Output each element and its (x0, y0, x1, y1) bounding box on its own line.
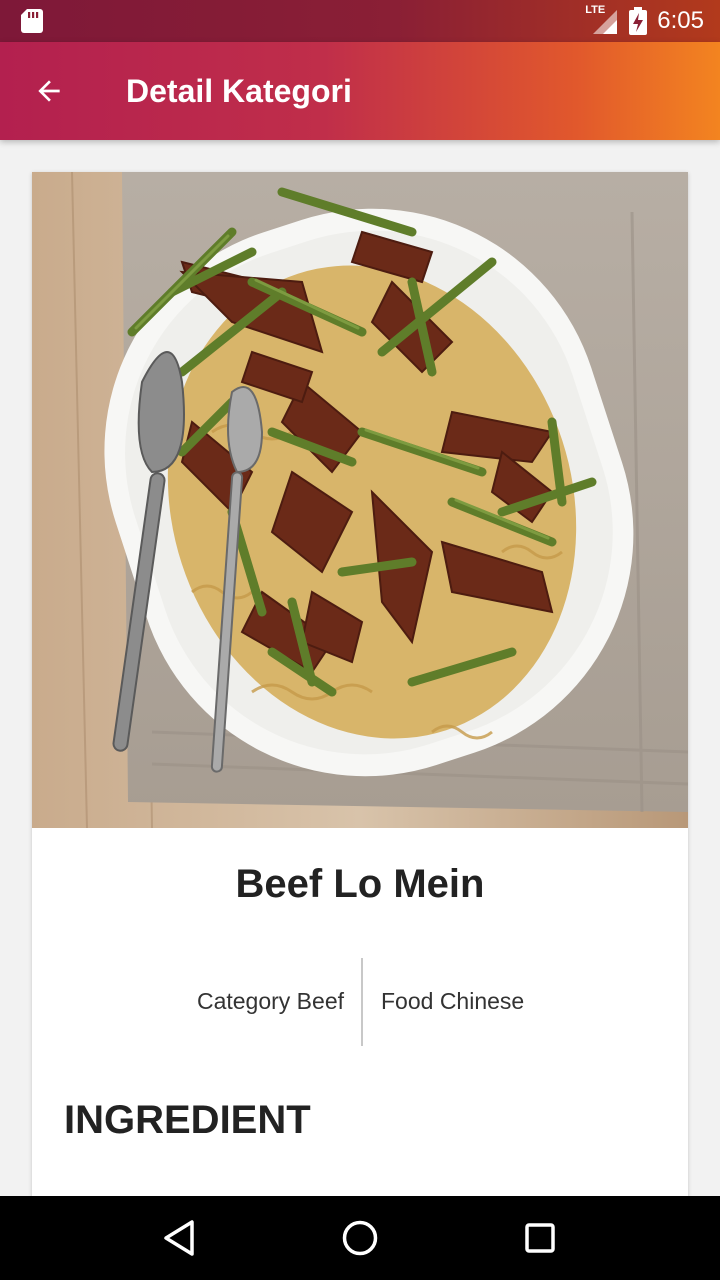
app-screen: LTE 6:05 Detail Kategori Beef Lo Mein Ca… (0, 0, 720, 1280)
nav-recents-icon (525, 1223, 555, 1253)
nav-recents-button[interactable] (500, 1198, 580, 1278)
battery-charging-icon (629, 7, 648, 35)
status-time: 6:05 (657, 7, 704, 34)
food-category: Category Beef (196, 988, 344, 1014)
food-detail-card: Beef Lo Mein Category Beef Food Chinese … (32, 172, 688, 1196)
status-bar: LTE 6:05 (0, 0, 720, 42)
page-title: Detail Kategori (126, 72, 352, 109)
nav-back-icon (164, 1220, 194, 1256)
food-name: Beef Lo Mein (235, 862, 485, 906)
food-area: Food Chinese (381, 988, 525, 1014)
detail-content[interactable]: Beef Lo Mein Category Beef Food Chinese … (0, 140, 720, 1196)
food-image (32, 172, 688, 828)
system-nav-bar (0, 1196, 720, 1280)
arrow-back-icon (38, 80, 60, 102)
nav-home-button[interactable] (320, 1198, 400, 1278)
meta-divider (361, 958, 363, 1046)
nav-home-icon (342, 1220, 378, 1256)
nav-back-button[interactable] (140, 1198, 220, 1278)
ingredient-heading: INGREDIENT (64, 1098, 311, 1142)
sd-card-icon (21, 9, 43, 33)
back-button[interactable] (0, 42, 98, 140)
signal-icon: LTE (585, 4, 619, 36)
meta-row: Category Beef Food Chinese (32, 958, 688, 1046)
app-bar: Detail Kategori (0, 42, 720, 140)
